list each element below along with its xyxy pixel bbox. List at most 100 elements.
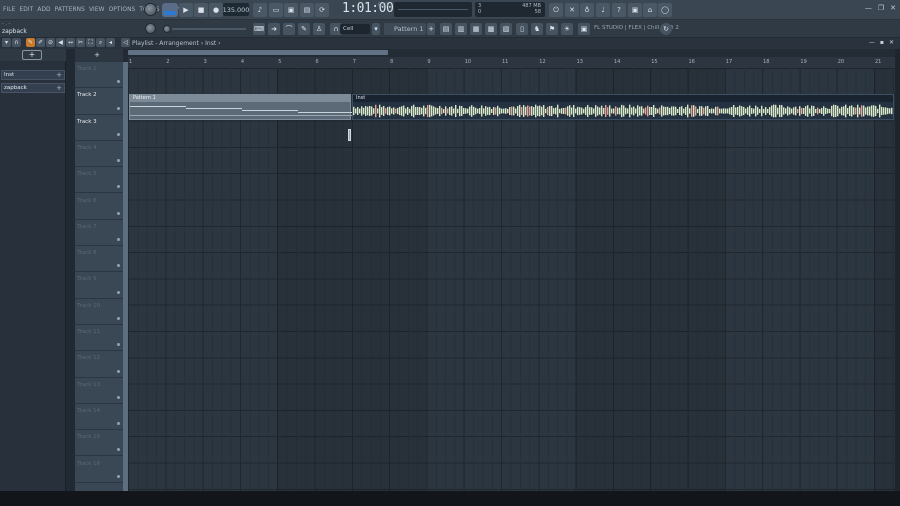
select-tool-icon[interactable]: ⛶	[86, 38, 95, 47]
zoom-tool-icon[interactable]: ⌕	[96, 38, 105, 47]
audio-clip-inst[interactable]: Inst	[352, 94, 894, 120]
pattern-add-icon[interactable]: +	[427, 23, 435, 35]
track-header[interactable]: Track 10	[75, 299, 123, 325]
track-header[interactable]: Track 8	[75, 246, 123, 273]
picker-item-inst[interactable]: Inst +	[1, 70, 65, 80]
stop-button[interactable]: ■	[194, 3, 208, 17]
playlist-maximize-icon[interactable]: ▪	[880, 39, 884, 46]
track-mute-led[interactable]	[117, 80, 120, 84]
horizontal-scroll-thumb[interactable]	[128, 50, 388, 55]
delete-tool-icon[interactable]: ⊘	[46, 38, 55, 47]
track-mute-led[interactable]	[117, 106, 120, 110]
vertical-scrollbar[interactable]	[895, 49, 900, 491]
track-mute-led[interactable]	[117, 185, 120, 189]
track-header[interactable]: Track 7	[75, 220, 123, 247]
project-icon[interactable]: ⚑	[546, 23, 558, 35]
playback-tool-icon[interactable]: ◂	[106, 38, 115, 47]
play-button[interactable]: ▶	[179, 3, 193, 17]
clip-marker[interactable]	[348, 129, 351, 141]
menu-edit[interactable]: EDIT	[19, 5, 33, 13]
piano-roll-icon[interactable]: ▥	[455, 23, 467, 35]
menu-add[interactable]: ADD	[37, 5, 50, 13]
track-mute-led[interactable]	[117, 474, 120, 478]
loop-record-icon[interactable]: ⟳	[315, 3, 329, 17]
master-pitch-knob[interactable]	[145, 23, 156, 34]
track-header[interactable]: Track 1	[75, 62, 123, 89]
help-icon[interactable]: ?	[612, 3, 626, 17]
playlist-minimize-icon[interactable]: —	[869, 39, 875, 46]
menu-options[interactable]: OPTIONS	[109, 5, 136, 13]
metronome-icon[interactable]: ♪	[253, 3, 267, 17]
track-mute-led[interactable]	[117, 132, 120, 136]
plugin-db-icon[interactable]: ♞	[531, 23, 543, 35]
countdown-icon[interactable]: ▣	[284, 3, 298, 17]
track-header[interactable]: Track 3	[75, 115, 123, 141]
track-mute-led[interactable]	[117, 211, 120, 215]
pitch-slider-knob[interactable]	[163, 25, 171, 33]
track-mute-led[interactable]	[117, 238, 120, 242]
file-icon[interactable]: ▯	[516, 23, 528, 35]
pitch-slider-track[interactable]	[172, 28, 246, 30]
plus-icon[interactable]: +	[56, 71, 62, 79]
stamp-icon[interactable]: ♙	[313, 23, 325, 35]
track-header[interactable]: Track 15	[75, 430, 123, 457]
track-header[interactable]: Track 5	[75, 167, 123, 194]
save-icon[interactable]: ▣	[628, 3, 642, 17]
snap-dropdown-icon[interactable]: ▾	[372, 23, 380, 35]
picker-scrollbar[interactable]	[66, 49, 75, 491]
playlist-menu-icon[interactable]: ▾	[2, 38, 11, 47]
plugin-icon[interactable]: ⌂	[643, 3, 657, 17]
track-mute-led[interactable]	[117, 159, 120, 163]
record-button[interactable]: ●	[209, 3, 223, 17]
slip-tool-icon[interactable]: ↔	[66, 38, 75, 47]
track-header[interactable]: Track 16	[75, 457, 123, 483]
maximize-icon[interactable]: ❐	[878, 4, 884, 12]
snap-select[interactable]: Cell	[340, 24, 370, 34]
track-header[interactable]: Track 14	[75, 404, 123, 431]
power-icon[interactable]: ⏻	[549, 3, 563, 17]
plus-icon[interactable]: +	[56, 84, 62, 92]
browser-icon[interactable]: ▧	[500, 23, 512, 35]
track-header[interactable]: Track 4	[75, 141, 123, 168]
playlist-close-icon[interactable]: ✕	[889, 39, 894, 46]
pattern-select[interactable]: Pattern 1	[384, 23, 426, 35]
track-mute-led[interactable]	[117, 316, 120, 320]
mixer-icon[interactable]: ▩	[485, 23, 497, 35]
track-header[interactable]: Track 9	[75, 272, 123, 299]
channel-rack-icon[interactable]: ▦	[470, 23, 482, 35]
menu-view[interactable]: VIEW	[89, 5, 105, 13]
refresh-icon[interactable]: ↻	[660, 23, 672, 35]
tempo-display[interactable]: 135.000	[223, 3, 249, 16]
track-mute-led[interactable]	[117, 422, 120, 426]
draw-tool-icon[interactable]: ✎	[26, 38, 35, 47]
magnet-icon[interactable]: ⌒	[283, 23, 295, 35]
add-track-icon[interactable]: +	[92, 50, 102, 60]
magnet-tool-icon[interactable]: ∩	[12, 38, 21, 47]
track-mute-led[interactable]	[117, 264, 120, 268]
pattern-clip[interactable]: Pattern 1	[129, 94, 352, 120]
track-header[interactable]: Track 12	[75, 351, 123, 378]
track-mute-led[interactable]	[117, 395, 120, 399]
tuner-icon[interactable]: ♩	[596, 3, 610, 17]
menu-file[interactable]: FILE	[3, 5, 15, 13]
touch-icon[interactable]: ☀	[561, 23, 573, 35]
track-mute-led[interactable]	[117, 343, 120, 347]
slice-tool-icon[interactable]: ✂	[76, 38, 85, 47]
mic-icon[interactable]: ♁	[580, 3, 594, 17]
pencil-icon[interactable]: ✎	[298, 23, 310, 35]
track-header[interactable]: Track 13	[75, 378, 123, 404]
speaker-icon[interactable]: ◁	[121, 38, 130, 47]
pat-song-toggle[interactable]	[162, 3, 178, 17]
minimize-icon[interactable]: —	[865, 4, 872, 12]
arrow-icon[interactable]: ➜	[268, 23, 280, 35]
track-mute-led[interactable]	[117, 290, 120, 294]
menu-patterns[interactable]: PATTERNS	[55, 5, 85, 13]
track-mute-led[interactable]	[117, 369, 120, 373]
master-volume-knob[interactable]	[144, 3, 157, 16]
track-header[interactable]: Track 11	[75, 325, 123, 352]
typing-keyboard-icon[interactable]: ⌨	[253, 23, 265, 35]
close-icon[interactable]: ✕	[890, 4, 896, 12]
track-header[interactable]: Track 2	[75, 88, 123, 115]
step-edit-icon[interactable]: ▤	[300, 3, 314, 17]
playlist-icon[interactable]: ▤	[440, 23, 452, 35]
